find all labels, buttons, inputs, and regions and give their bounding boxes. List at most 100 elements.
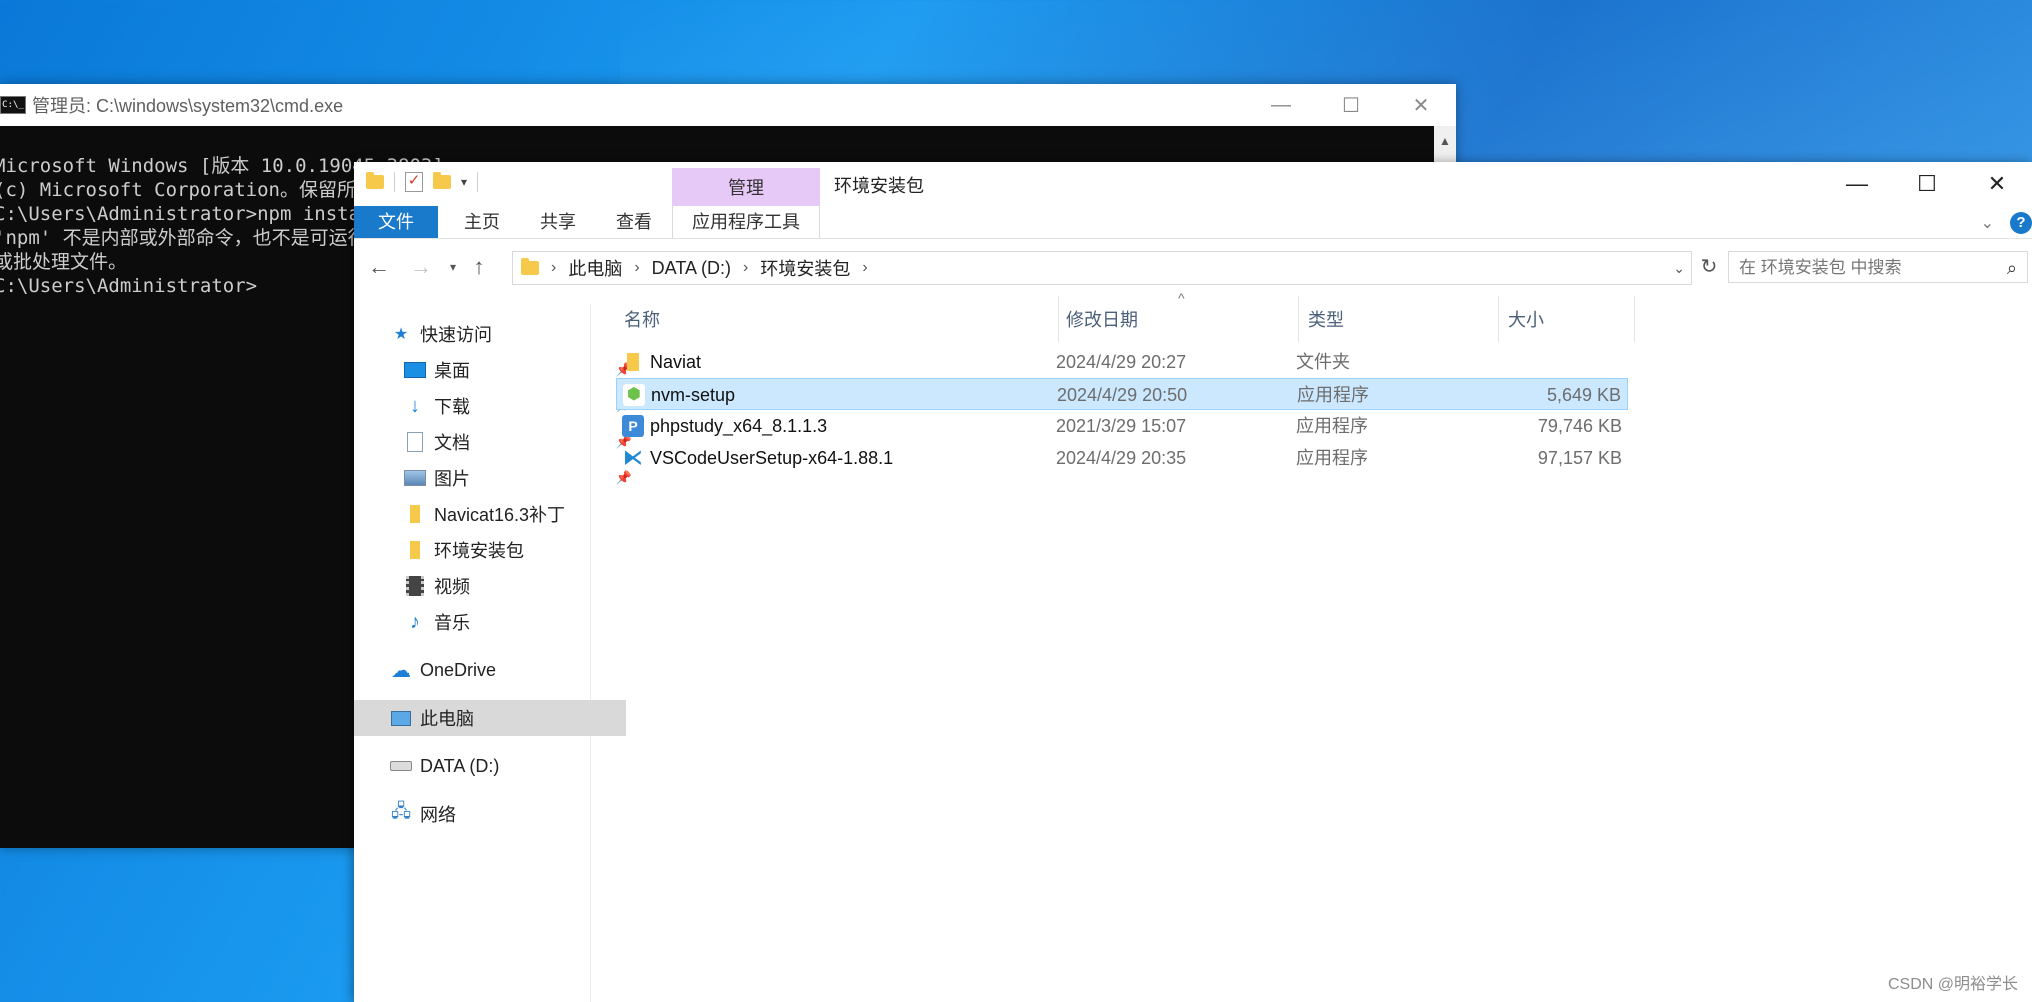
manage-context-tab-header[interactable]: 管理 [672, 168, 820, 206]
ribbon-tabs: 文件 主页 共享 查看 应用程序工具 ⌄ ? [354, 206, 2032, 239]
tab-home[interactable]: 主页 [446, 206, 518, 238]
chevron-right-icon[interactable]: › [862, 259, 867, 277]
file-date: 2024/4/29 20:35 [1056, 448, 1187, 468]
column-divider[interactable] [1634, 296, 1635, 342]
explorer-window-title: 环境安装包 [834, 176, 924, 196]
up-arrow-icon[interactable]: ↑ [464, 252, 494, 282]
watermark: CSDN @明裕学长 [1887, 976, 2018, 993]
file-row-selected[interactable]: ⬢ nvm-setup 2024/4/29 20:50 应用程序 5,649 KB [616, 378, 1628, 410]
folder-icon [404, 504, 426, 524]
file-date: 2024/4/29 20:50 [1057, 385, 1188, 405]
address-bar[interactable]: › 此电脑 › DATA (D:) › 环境安装包 › ⌄ [512, 251, 1692, 285]
file-name: VSCodeUserSetup-x64-1.88.1 [650, 448, 894, 468]
sidebar-item-navicat-patch[interactable]: Navicat16.3补丁 [354, 496, 640, 532]
help-icon[interactable]: ? [2010, 212, 2032, 234]
file-date: 2021/3/29 15:07 [1056, 416, 1187, 436]
explorer-close-button[interactable]: ✕ [1962, 162, 2032, 206]
folder-icon [622, 351, 644, 373]
file-type: 应用程序 [1296, 448, 1368, 468]
sidebar-item-network[interactable]: 🖧 网络 [354, 796, 626, 832]
star-icon: ★ [393, 326, 409, 343]
customize-toolbar-dropdown-icon[interactable]: ▾ [461, 175, 467, 189]
refresh-icon[interactable]: ↻ [1692, 251, 1726, 285]
sidebar-item-documents[interactable]: 文档 📌 [354, 424, 640, 460]
column-header-name[interactable]: 名称 [624, 294, 660, 346]
sidebar-item-label: 快速访问 [420, 325, 492, 345]
file-name: nvm-setup [651, 385, 736, 405]
computer-icon [390, 708, 412, 728]
chevron-right-icon[interactable]: › [634, 259, 639, 277]
explorer-maximize-button[interactable]: ☐ [1892, 162, 1962, 206]
file-row[interactable]: ⧔ VSCodeUserSetup-x64-1.88.1 2024/4/29 20… [616, 442, 1628, 474]
desktop-icon [404, 360, 426, 380]
sidebar-item-music[interactable]: ♪ 音乐 [354, 604, 640, 640]
sidebar-item-label: 桌面 [434, 361, 470, 381]
chevron-right-icon[interactable]: › [551, 259, 556, 277]
sidebar-item-label: OneDrive [420, 659, 497, 680]
breadcrumb-this-pc[interactable]: 此电脑 [568, 255, 622, 281]
network-icon: 🖧 [390, 801, 412, 821]
toolbar-divider [477, 172, 479, 192]
cmd-close-button[interactable]: ✕ [1386, 84, 1456, 126]
sidebar-item-label: 环境安装包 [434, 541, 524, 561]
column-divider[interactable] [1498, 296, 1499, 342]
cmd-maximize-button[interactable]: ☐ [1316, 84, 1386, 126]
cmd-scrollbar-up-arrow[interactable]: ▲ [1434, 126, 1456, 166]
cmd-window-title: 管理员: C:\windows\system32\cmd.exe [32, 96, 344, 116]
file-row[interactable]: Naviat 2024/4/29 20:27 文件夹 [616, 346, 1628, 378]
file-name: Naviat [650, 352, 702, 372]
sidebar-item-desktop[interactable]: 桌面 📌 [354, 352, 640, 388]
folder-icon [521, 258, 539, 275]
sidebar-item-videos[interactable]: 视频 [354, 568, 640, 604]
column-divider[interactable] [1298, 296, 1299, 342]
tab-view[interactable]: 查看 [598, 206, 670, 238]
properties-check-icon[interactable]: ✓ [405, 172, 423, 192]
new-folder-icon[interactable] [433, 172, 451, 189]
chevron-right-icon[interactable]: › [743, 259, 748, 277]
tab-share[interactable]: 共享 [522, 206, 594, 238]
breadcrumb-env-package[interactable]: 环境安装包 [760, 255, 850, 281]
column-header-size[interactable]: 大小 [1508, 294, 1544, 346]
address-history-dropdown-icon[interactable]: ⌄ [1673, 252, 1685, 284]
column-header-date[interactable]: 修改日期 [1066, 294, 1138, 346]
navigation-pane: ★ 快速访问 桌面 📌 ↓ 下载 📌 文档 📌 图片 📌 Navicat16.3… [354, 304, 632, 1002]
back-arrow-icon[interactable]: ← [364, 252, 394, 282]
file-size: 79,746 KB [1537, 416, 1622, 436]
sidebar-item-data-drive[interactable]: DATA (D:) [354, 748, 626, 784]
sidebar-item-label: 图片 [434, 469, 470, 489]
sidebar-item-env-package[interactable]: 环境安装包 [354, 532, 640, 568]
sidebar-item-label: 文档 [434, 433, 470, 453]
sidebar-item-downloads[interactable]: ↓ 下载 📌 [354, 388, 640, 424]
cmd-minimize-button[interactable]: — [1246, 84, 1316, 126]
file-type: 应用程序 [1297, 385, 1369, 405]
sidebar-item-this-pc[interactable]: 此电脑 [354, 700, 626, 736]
expand-ribbon-chevron-icon[interactable]: ⌄ [1981, 213, 1994, 233]
sidebar-item-label: 音乐 [434, 613, 470, 633]
cmd-app-icon: C:\_ [0, 96, 26, 114]
sidebar-item-onedrive[interactable]: ☁ OneDrive [354, 652, 626, 688]
drive-icon [390, 756, 412, 776]
sidebar-item-quick-access[interactable]: ★ 快速访问 [354, 316, 626, 352]
cmd-titlebar[interactable]: C:\_ 管理员: C:\windows\system32\cmd.exe — … [0, 84, 1456, 126]
column-divider[interactable] [1058, 296, 1059, 342]
music-icon: ♪ [410, 610, 420, 633]
explorer-minimize-button[interactable]: — [1822, 162, 1892, 206]
forward-arrow-icon[interactable]: → [406, 252, 436, 282]
folder-icon [404, 540, 426, 560]
sidebar-item-pictures[interactable]: 图片 📌 [354, 460, 640, 496]
file-row[interactable]: Pphpstudy_x64_8.1.1.3 2021/3/29 15:07 应用… [616, 410, 1628, 442]
sidebar-item-label: 视频 [434, 577, 470, 597]
search-icon[interactable]: ⌕ [2007, 252, 2017, 284]
explorer-titlebar[interactable]: ✓ ▾ 管理 环境安装包 — ☐ ✕ [354, 162, 2032, 206]
column-header-type[interactable]: 类型 [1308, 294, 1344, 346]
tab-file[interactable]: 文件 [354, 206, 438, 238]
search-input[interactable]: 在 环境安装包 中搜索 ⌕ [1728, 251, 2028, 283]
file-size: 5,649 KB [1546, 385, 1621, 405]
sidebar-item-label: Navicat16.3补丁 [434, 505, 566, 525]
file-explorer-window[interactable]: ✓ ▾ 管理 环境安装包 — ☐ ✕ 文件 主页 共享 查看 应用程序工具 ⌄ … [354, 162, 2032, 1002]
breadcrumb-data-drive[interactable]: DATA (D:) [652, 258, 731, 279]
toolbar-divider [394, 172, 395, 192]
folder-icon [366, 172, 384, 189]
quick-access-toolbar: ✓ ▾ [366, 172, 479, 192]
tab-application-tools[interactable]: 应用程序工具 [672, 206, 820, 238]
